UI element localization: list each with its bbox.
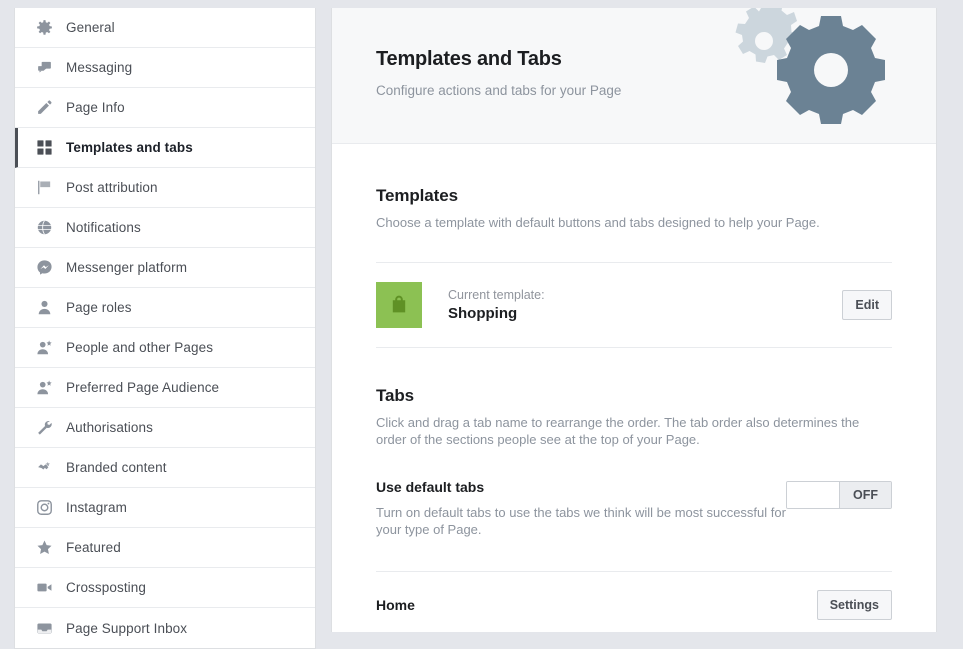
messenger-icon	[33, 257, 55, 279]
tabs-description: Click and drag a tab name to rearrange t…	[376, 415, 860, 447]
tab-settings-button[interactable]: Settings	[816, 590, 892, 620]
sidebar-item-label: Branded content	[66, 460, 167, 475]
sidebar-item-instagram[interactable]: Instagram	[15, 488, 315, 528]
chat-bubbles-icon	[33, 57, 55, 79]
sidebar-item-label: Featured	[66, 540, 121, 555]
use-default-tabs-text: Use default tabs Turn on default tabs to…	[376, 479, 786, 538]
grid-squares-icon	[33, 137, 55, 159]
person-star-icon	[33, 337, 55, 359]
instagram-icon	[33, 497, 55, 519]
sidebar-item-label: Page Support Inbox	[66, 620, 188, 636]
star-icon	[33, 537, 55, 559]
templates-heading: Templates	[376, 186, 458, 205]
inbox-icon	[33, 617, 55, 639]
sidebar-item-people-and-other-pages[interactable]: People and other Pages	[15, 328, 315, 368]
tab-row-label: Home	[376, 597, 415, 613]
settings-sidebar: General Messaging Page Info Templates and t…	[14, 8, 316, 649]
person-star-icon	[33, 377, 55, 399]
gear-icon	[33, 17, 55, 39]
globe-icon	[33, 217, 55, 239]
sidebar-item-label: Post attribution	[66, 180, 158, 195]
video-camera-icon	[33, 577, 55, 599]
sidebar-item-post-attribution[interactable]: Post attribution	[15, 168, 315, 208]
sidebar-item-notifications[interactable]: Notifications	[15, 208, 315, 248]
sidebar-item-messenger-platform[interactable]: Messenger platform	[15, 248, 315, 288]
templates-description: Choose a template with default buttons a…	[376, 215, 820, 230]
sidebar-item-label: Crossposting	[66, 580, 146, 595]
sidebar-item-label: General	[66, 20, 115, 35]
sidebar-item-page-info[interactable]: Page Info	[15, 88, 315, 128]
toggle-state-label[interactable]: OFF	[839, 482, 891, 508]
sidebar-item-label: Messenger platform	[66, 260, 188, 275]
sidebar-item-label: People and other Pages	[66, 340, 214, 355]
main-panel: Templates and Tabs Configure actions and…	[331, 8, 937, 632]
panel-header: Templates and Tabs Configure actions and…	[332, 8, 936, 144]
sidebar-item-label: Authorisations	[66, 420, 153, 435]
current-template-name: Shopping	[448, 304, 518, 322]
wrench-icon	[33, 417, 55, 439]
sidebar-item-page-support-inbox[interactable]: Page Support Inbox	[15, 608, 315, 648]
sidebar-item-authorisations[interactable]: Authorisations	[15, 408, 315, 448]
sidebar-item-label: Instagram	[66, 500, 127, 515]
handshake-icon	[33, 457, 55, 479]
sidebar-item-messaging[interactable]: Messaging	[15, 48, 315, 88]
tabs-heading: Tabs	[376, 386, 415, 405]
use-default-tabs-label: Use default tabs	[376, 479, 485, 495]
page-title: Templates and Tabs	[376, 48, 562, 70]
tabs-section: Tabs Click and drag a tab name to rearra…	[376, 348, 892, 538]
use-default-tabs-description: Turn on default tabs to use the tabs we …	[376, 505, 786, 537]
current-template-caption: Current template:	[448, 287, 545, 302]
use-default-tabs-row: Use default tabs Turn on default tabs to…	[376, 448, 892, 538]
tab-row[interactable]: Home Settings	[376, 572, 892, 632]
person-icon	[33, 297, 55, 319]
pencil-icon	[33, 97, 55, 119]
sidebar-item-branded-content[interactable]: Branded content	[15, 448, 315, 488]
two-gears-icon	[709, 8, 909, 143]
sidebar-item-crossposting[interactable]: Crossposting	[15, 568, 315, 608]
sidebar-item-label: Preferred Page Audience	[66, 380, 220, 395]
flag-icon	[33, 177, 55, 199]
panel-header-text: Templates and Tabs Configure actions and…	[376, 48, 621, 98]
sidebar-item-label: Templates and tabs	[66, 140, 193, 155]
edit-template-button[interactable]: Edit	[842, 290, 892, 320]
sidebar-item-general[interactable]: General	[15, 8, 315, 48]
sidebar-item-label: Messaging	[66, 60, 133, 75]
sidebar-item-featured[interactable]: Featured	[15, 528, 315, 568]
use-default-tabs-toggle[interactable]: OFF	[786, 481, 892, 509]
sidebar-item-preferred-page-audience[interactable]: Preferred Page Audience	[15, 368, 315, 408]
sidebar-item-label: Page Info	[66, 100, 125, 115]
toggle-knob[interactable]	[787, 482, 839, 508]
shopping-bag-icon	[376, 282, 422, 328]
current-template-row: Current template: Shopping Edit	[376, 263, 892, 347]
sidebar-item-templates-and-tabs[interactable]: Templates and tabs	[15, 128, 315, 168]
current-template-meta: Current template: Shopping	[448, 287, 842, 324]
tab-rows-list: Home Settings	[376, 572, 892, 632]
sidebar-item-page-roles[interactable]: Page roles	[15, 288, 315, 328]
templates-section: Templates Choose a template with default…	[376, 144, 892, 231]
sidebar-item-label: Notifications	[66, 220, 141, 235]
sidebar-item-label: Page roles	[66, 300, 132, 315]
page-subtitle: Configure actions and tabs for your Page	[376, 83, 622, 98]
